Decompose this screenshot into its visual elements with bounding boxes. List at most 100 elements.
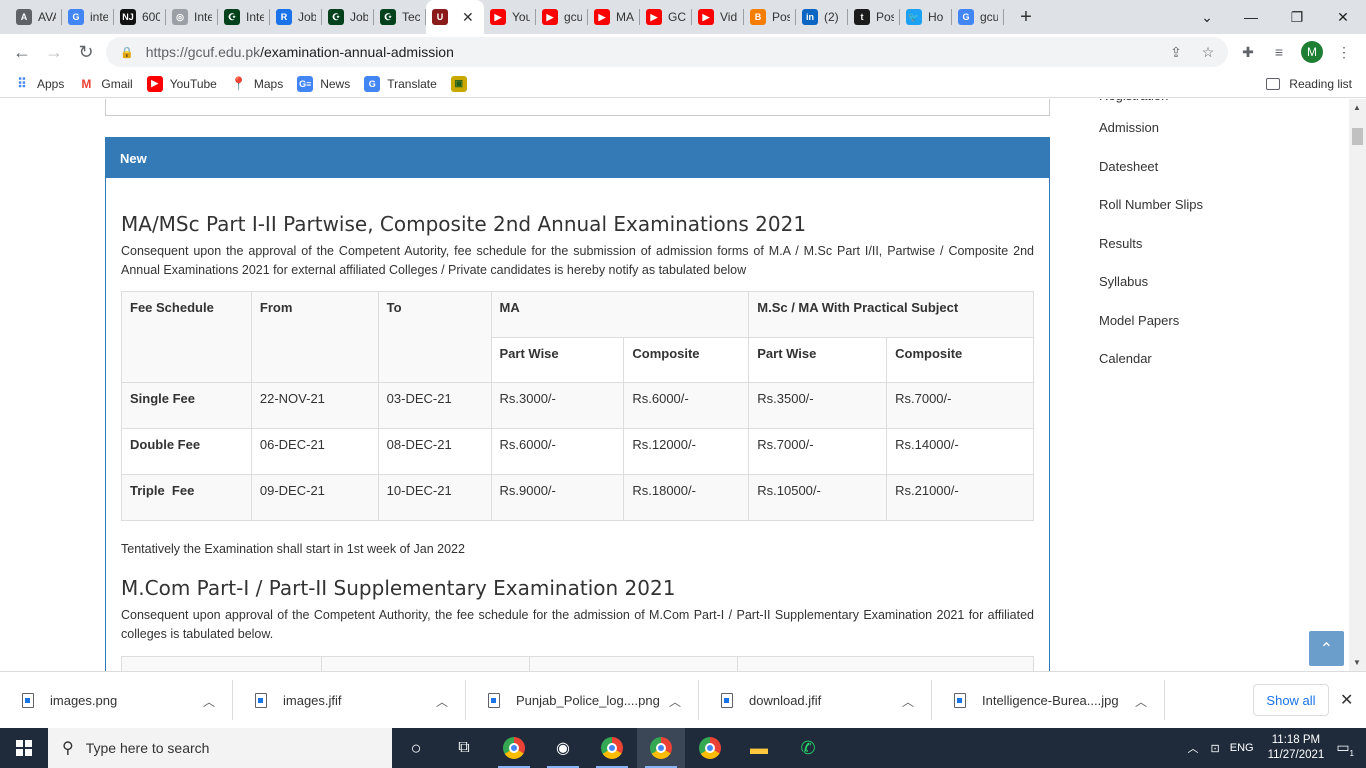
profile-button[interactable]: M bbox=[1298, 34, 1326, 70]
bookmark-image[interactable]: ▣ bbox=[450, 75, 474, 92]
tab-favicon-icon: B bbox=[750, 9, 766, 25]
sidebar-item-datesheet[interactable]: Datesheet bbox=[1099, 148, 1299, 187]
browser-tab[interactable]: R Job bbox=[270, 0, 322, 34]
browser-tab[interactable]: ☪ Tec bbox=[374, 0, 426, 34]
browser-tab[interactable]: ◎ Inte bbox=[166, 0, 218, 34]
tab-active[interactable]: U ✕ bbox=[426, 0, 484, 34]
minimize-button[interactable]: — bbox=[1228, 0, 1274, 34]
download-item[interactable]: download.jfif ︿ bbox=[699, 672, 932, 729]
clock[interactable]: 11:18 PM 11/27/2021 bbox=[1268, 733, 1325, 763]
task-view-icon[interactable]: ⧉ bbox=[440, 728, 488, 768]
bookmark-translate[interactable]: G Translate bbox=[364, 75, 437, 92]
sidebar-item-roll-number-slips[interactable]: Roll Number Slips bbox=[1099, 186, 1299, 225]
sidebar-item-calendar[interactable]: Calendar bbox=[1099, 340, 1299, 379]
browser-tab[interactable]: ▶ Vid bbox=[692, 0, 744, 34]
close-downloads-icon[interactable]: ✕ bbox=[1340, 690, 1353, 710]
sidebar-item-admission[interactable]: Admission bbox=[1099, 109, 1299, 148]
header-fee-schedule: Fee Schedule bbox=[121, 291, 252, 383]
lock-icon[interactable]: 🔒 bbox=[120, 46, 134, 59]
url-text[interactable]: https://gcuf.edu.pk/examination-annual-a… bbox=[146, 44, 454, 60]
scroll-down-icon[interactable]: ▼ bbox=[1353, 658, 1361, 667]
bookmark-star-icon[interactable]: ☆ bbox=[1194, 34, 1222, 70]
download-item[interactable]: Punjab_Police_log....png ︿ bbox=[466, 672, 699, 729]
menu-icon[interactable]: ⋮ bbox=[1330, 34, 1358, 70]
bookmark-maps[interactable]: 📍 Maps bbox=[231, 76, 283, 92]
sidebar-item-syllabus[interactable]: Syllabus bbox=[1099, 263, 1299, 302]
browser-tab[interactable]: ▶ GCI bbox=[640, 0, 692, 34]
maximize-button[interactable]: ❐ bbox=[1274, 0, 1320, 34]
network-icon[interactable]: ⊡ bbox=[1211, 742, 1220, 755]
scroll-up-icon[interactable]: ▲ bbox=[1353, 103, 1361, 112]
new-tab-button[interactable]: + bbox=[1012, 3, 1040, 31]
chevron-up-icon[interactable]: ︿ bbox=[436, 693, 448, 710]
browser-tab[interactable]: ☪ Inte bbox=[218, 0, 270, 34]
extensions-icon[interactable]: ✚ bbox=[1234, 34, 1262, 70]
browser-tab[interactable]: 🐦 Ho bbox=[900, 0, 952, 34]
chevron-up-icon[interactable]: ︿ bbox=[203, 693, 215, 710]
close-window-button[interactable]: ✕ bbox=[1320, 0, 1366, 34]
download-item[interactable]: images.png ︿ bbox=[0, 672, 233, 729]
chrome-profile-2-icon[interactable] bbox=[588, 728, 636, 768]
close-tab-icon[interactable]: ✕ bbox=[462, 9, 474, 26]
reload-icon[interactable]: ↻ bbox=[70, 36, 102, 68]
cell-msc-composite: Rs.7000/- bbox=[886, 382, 1034, 429]
browser-tab[interactable]: Ginte bbox=[62, 0, 114, 34]
chrome-profile-3-icon[interactable] bbox=[637, 728, 685, 768]
cell-msc-composite: Rs.21000/- bbox=[886, 474, 1034, 521]
media-app-icon[interactable]: ◉ bbox=[539, 728, 587, 768]
tab-favicon-icon: R bbox=[276, 9, 292, 25]
browser-tab[interactable]: NJ 600 bbox=[114, 0, 166, 34]
start-button[interactable] bbox=[0, 728, 48, 768]
chrome-icon[interactable] bbox=[686, 728, 734, 768]
cortana-icon[interactable]: ○ bbox=[392, 728, 440, 768]
chevron-up-icon[interactable]: ︿ bbox=[902, 693, 914, 710]
back-icon[interactable]: ← bbox=[6, 36, 38, 68]
bookmark-youtube[interactable]: ▶ YouTube bbox=[146, 75, 217, 92]
show-hidden-icons-icon[interactable]: ︿ bbox=[1188, 740, 1199, 756]
cell-msc-part-wise: Rs.3500/- bbox=[748, 382, 888, 429]
tab-favicon-icon: NJ bbox=[120, 9, 136, 25]
share-icon[interactable]: ⇪ bbox=[1162, 34, 1190, 70]
tab-label: Ho bbox=[928, 10, 944, 24]
bookmark-news[interactable]: G≡ News bbox=[297, 75, 350, 92]
sidebar-item-registration[interactable]: Registration bbox=[1099, 99, 1299, 109]
page-scrollbar[interactable]: ▲ ▼ bbox=[1349, 99, 1366, 671]
sidebar-item-model-papers[interactable]: Model Papers bbox=[1099, 302, 1299, 341]
forward-icon[interactable]: → bbox=[38, 36, 70, 68]
tab-search-icon[interactable]: ⌄ bbox=[1184, 0, 1230, 34]
back-to-top-button[interactable]: ⌃ bbox=[1309, 631, 1344, 666]
language-indicator[interactable]: ENG bbox=[1230, 742, 1254, 754]
bookmark-gmail[interactable]: M Gmail bbox=[78, 76, 132, 92]
translate-icon: G bbox=[364, 75, 381, 92]
tab-label: Job bbox=[350, 10, 368, 24]
chrome-profile-1-icon[interactable] bbox=[490, 728, 538, 768]
browser-tab[interactable]: A AVA bbox=[10, 0, 62, 34]
whatsapp-icon[interactable]: ✆ bbox=[784, 728, 832, 768]
chevron-up-icon[interactable]: ︿ bbox=[669, 693, 681, 710]
notifications-icon[interactable]: ▭1 bbox=[1336, 739, 1354, 758]
browser-tab[interactable]: ▶ You bbox=[484, 0, 536, 34]
mcom-table-cell bbox=[122, 657, 322, 671]
download-item[interactable]: Intelligence-Burea....jpg ︿ bbox=[932, 672, 1165, 729]
browser-tab[interactable]: B Pos bbox=[744, 0, 796, 34]
tab-favicon-icon: G bbox=[958, 9, 974, 25]
taskbar-search-box[interactable]: ⚲ Type here to search bbox=[48, 728, 392, 768]
browser-tab[interactable]: in (2) bbox=[796, 0, 848, 34]
browser-tab[interactable]: t Pos bbox=[848, 0, 900, 34]
cell-ma-composite: Rs.12000/- bbox=[623, 428, 750, 475]
address-bar[interactable]: 🔒 https://gcuf.edu.pk/examination-annual… bbox=[106, 37, 1228, 67]
download-filename: images.png bbox=[50, 692, 118, 708]
download-item[interactable]: images.jfif ︿ bbox=[233, 672, 466, 729]
media-control-icon[interactable]: ≡ bbox=[1265, 34, 1293, 70]
sidebar-item-results[interactable]: Results bbox=[1099, 225, 1299, 264]
browser-tab[interactable]: ▶ gcu bbox=[536, 0, 588, 34]
browser-tab[interactable]: Ggcu bbox=[952, 0, 1004, 34]
scroll-thumb[interactable] bbox=[1352, 128, 1363, 145]
chevron-up-icon[interactable]: ︿ bbox=[1135, 693, 1147, 710]
reading-list-button[interactable]: Reading list bbox=[1266, 70, 1352, 98]
file-explorer-icon[interactable]: ▬ bbox=[735, 728, 783, 768]
bookmark-apps[interactable]: ⠿ Apps bbox=[14, 76, 64, 92]
show-all-downloads-button[interactable]: Show all bbox=[1253, 684, 1329, 716]
browser-tab[interactable]: ▶ MA bbox=[588, 0, 640, 34]
browser-tab[interactable]: ☪ Job bbox=[322, 0, 374, 34]
